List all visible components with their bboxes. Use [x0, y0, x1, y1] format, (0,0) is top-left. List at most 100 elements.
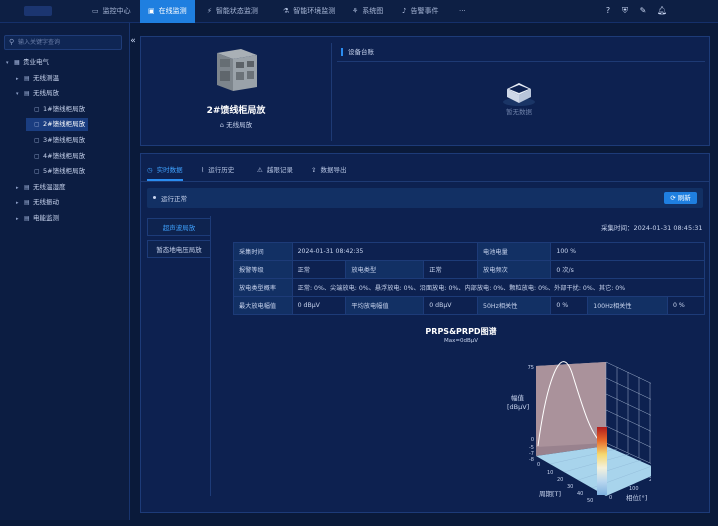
- x-tick: 50: [587, 498, 593, 504]
- nav-item-label: 智能环境监测: [293, 7, 336, 15]
- device-name: 2#馈线柜局放: [206, 106, 266, 116]
- edit-icon[interactable]: ✎: [638, 6, 648, 16]
- screen-icon: ▣: [148, 7, 155, 15]
- tree-item[interactable]: ▾ ▦ 贵业电气: [6, 56, 49, 69]
- nav-item-6[interactable]: ···: [451, 0, 474, 23]
- tab-label: 实时数据: [156, 166, 183, 174]
- nav-item-2[interactable]: ⚡ 智能状态监测: [199, 0, 266, 23]
- tree-item[interactable]: ▸ ▤ 无线测温: [16, 72, 59, 85]
- z-tick: -8: [529, 457, 534, 463]
- nav-item-label: 监控中心: [102, 7, 131, 15]
- search-input[interactable]: [18, 37, 118, 48]
- tree-item[interactable]: ▢ 1#馈线柜局放: [26, 103, 85, 116]
- nav-item-label: 在线监测: [158, 7, 187, 15]
- node-icon: ▤: [24, 183, 30, 191]
- chart-title: PRPS&PRPD图谱: [425, 327, 497, 336]
- y-axis-label: 相位[°]: [626, 493, 647, 502]
- nav-item-0[interactable]: ▭ 监控中心: [84, 0, 139, 23]
- tab-label: 数据导出: [320, 166, 347, 174]
- nav-item-label: 系统图: [362, 7, 384, 15]
- z-axis-unit: [dBμV]: [507, 403, 529, 411]
- search-box[interactable]: ⚲: [4, 35, 122, 50]
- network-icon: ⚘: [352, 7, 359, 15]
- x-tick: 0: [537, 462, 540, 468]
- tab-1[interactable]: ⌇ 运行历史: [201, 163, 234, 181]
- tree-item[interactable]: ▢ 2#馈线柜局放: [26, 118, 89, 132]
- tree-item-label: 无线振动: [33, 198, 59, 207]
- tab-label: 越限记录: [266, 166, 293, 174]
- z-axis-label: 幅值: [511, 393, 525, 402]
- x-tick: 40: [577, 491, 583, 497]
- caret-down-icon[interactable]: ▾: [16, 88, 24, 101]
- tree-item[interactable]: ▢ 3#馈线柜局放: [26, 134, 85, 147]
- nav-item-1[interactable]: ▣ 在线监测: [140, 0, 195, 23]
- sidebar: ⚲ ▾▦贵业电气▸▤无线测温▾▤无线局放▢1#馈线柜局放▢2#馈线柜局放▢3#馈…: [0, 23, 130, 520]
- caret-right-icon[interactable]: ▸: [16, 73, 24, 86]
- nav-item-label: 告警事件: [410, 7, 439, 15]
- notification-icon[interactable]: 🔔︎: [657, 6, 667, 16]
- collapse-sidebar-icon[interactable]: «: [128, 35, 138, 49]
- tree-item-label: 5#馈线柜局放: [43, 167, 86, 176]
- caret-right-icon[interactable]: ▸: [16, 182, 24, 195]
- tree-item[interactable]: ▸ ▤ 无线振动: [16, 196, 59, 209]
- refresh-button[interactable]: ⟳ 刷新: [664, 192, 697, 204]
- table-value-cell: 100 %: [550, 242, 705, 261]
- nav-item-5[interactable]: ♪ 告警事件: [394, 0, 446, 23]
- nav-item-label: 智能状态监测: [215, 7, 258, 15]
- table-value-cell: 正常: [423, 260, 479, 279]
- nav-item-3[interactable]: ⚗ 智能环境监测: [275, 0, 343, 23]
- caret-right-icon[interactable]: ▸: [16, 197, 24, 210]
- table-row: 最大放电幅值 0 dBμV 平均放电幅值 0 dBμV 50Hz相关性 0 % 100Hz相…: [233, 296, 706, 315]
- chart-line-icon: ⌇: [201, 166, 205, 174]
- x-axis-label: 周期[T]: [539, 490, 561, 498]
- tree-item-label: 4#馈线柜局放: [43, 151, 86, 160]
- device-icon: ▢: [34, 152, 40, 160]
- tab-2[interactable]: ⚠ 越限记录: [257, 163, 293, 181]
- node-icon: ▤: [24, 90, 30, 98]
- help-icon[interactable]: ?: [603, 6, 613, 16]
- nav-item-4[interactable]: ⚘ 系统图: [344, 0, 391, 23]
- color-scale-bar: [597, 427, 607, 495]
- table-value-cell: 2024-01-31 08:42:35: [291, 242, 479, 261]
- shield-icon[interactable]: ⛨: [620, 6, 630, 16]
- tree-item[interactable]: ▸ ▤ 电能监测: [16, 212, 59, 225]
- table-label-cell: 平均放电幅值: [345, 296, 425, 315]
- tree-item[interactable]: ▾ ▤ 无线局放: [16, 87, 59, 100]
- x-tick: 30: [567, 484, 573, 490]
- status-bar: 运行正常 ⟳ 刷新: [147, 188, 703, 208]
- tree-item[interactable]: ▢ 5#馈线柜局放: [26, 165, 85, 178]
- table-row: 放电类型概率 正常: 0%、尖端放电: 0%、悬浮放电: 0%、沿面放电: 0%、…: [233, 278, 706, 297]
- device-type-label: 无线局放: [226, 121, 253, 129]
- table-value-cell: 0 %: [666, 296, 706, 315]
- refresh-icon: ⟳: [670, 194, 678, 202]
- node-icon: ▤: [24, 74, 30, 82]
- chart-subtitle: Max=0dBμV: [443, 338, 478, 344]
- tree-item[interactable]: ▢ 4#馈线柜局放: [26, 150, 85, 163]
- caret-right-icon[interactable]: ▸: [16, 213, 24, 226]
- status-dot: [153, 196, 156, 199]
- tree-item-label: 电能监测: [33, 214, 59, 222]
- tab-label: 运行历史: [208, 166, 235, 174]
- subtab-0[interactable]: 超声波局放: [147, 218, 211, 236]
- device-icon: ▢: [34, 121, 40, 129]
- subtab-1[interactable]: 暂态地电压局放: [147, 240, 211, 258]
- table-label-cell: 放电类型概率: [233, 278, 293, 297]
- tree-item-label: 3#馈线柜局放: [43, 136, 86, 144]
- nav-item-label: ···: [459, 7, 466, 15]
- switchgear-cabinet-image: [217, 49, 257, 91]
- y-tick: 200: [649, 477, 651, 483]
- table-label-cell: 报警等级: [233, 260, 293, 279]
- tree-item-label: 贵业电气: [23, 58, 49, 66]
- tab-0[interactable]: ◷ 实时数据: [147, 163, 183, 181]
- building-icon: ▦: [14, 59, 20, 66]
- table-label-cell: 电池电量: [477, 242, 552, 261]
- device-icon: ▢: [34, 168, 40, 176]
- tree-item[interactable]: ▸ ▤ 无线温湿度: [16, 181, 66, 194]
- device-info-panel: 2#馈线柜局放 ⌂ 无线局放 设备台账 暂无数据: [140, 36, 710, 146]
- tab-3[interactable]: ⇪ 数据导出: [311, 163, 346, 181]
- x-tick: 20: [557, 477, 563, 483]
- divider: [141, 181, 709, 182]
- device-icon: ▢: [34, 137, 40, 144]
- caret-down-icon[interactable]: ▾: [6, 57, 14, 70]
- table-label-cell: 50Hz相关性: [477, 296, 552, 315]
